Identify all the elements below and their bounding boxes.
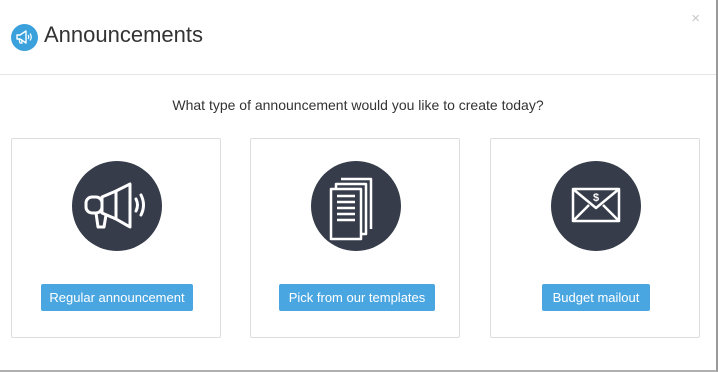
envelope-dollar-icon: $: [551, 161, 641, 251]
documents-icon: [311, 161, 401, 251]
pick-templates-button[interactable]: Pick from our templates: [279, 284, 435, 311]
prompt-text: What type of announcement would you like…: [172, 97, 544, 113]
option-card-templates[interactable]: Pick from our templates: [250, 138, 460, 338]
regular-announcement-button[interactable]: Regular announcement: [41, 284, 193, 311]
megaphone-icon: [72, 161, 162, 251]
close-icon[interactable]: ×: [691, 11, 700, 26]
budget-mailout-button[interactable]: Budget mailout: [542, 284, 650, 311]
svg-text:$: $: [593, 192, 599, 204]
modal-title: Announcements: [44, 22, 203, 47]
option-card-budget[interactable]: $ Budget mailout: [490, 138, 700, 338]
option-card-regular[interactable]: Regular announcement: [11, 138, 221, 338]
megaphone-icon: [11, 24, 38, 51]
announcement-modal: Announcements × What type of announcemen…: [0, 0, 718, 372]
modal-header: Announcements ×: [0, 0, 716, 75]
